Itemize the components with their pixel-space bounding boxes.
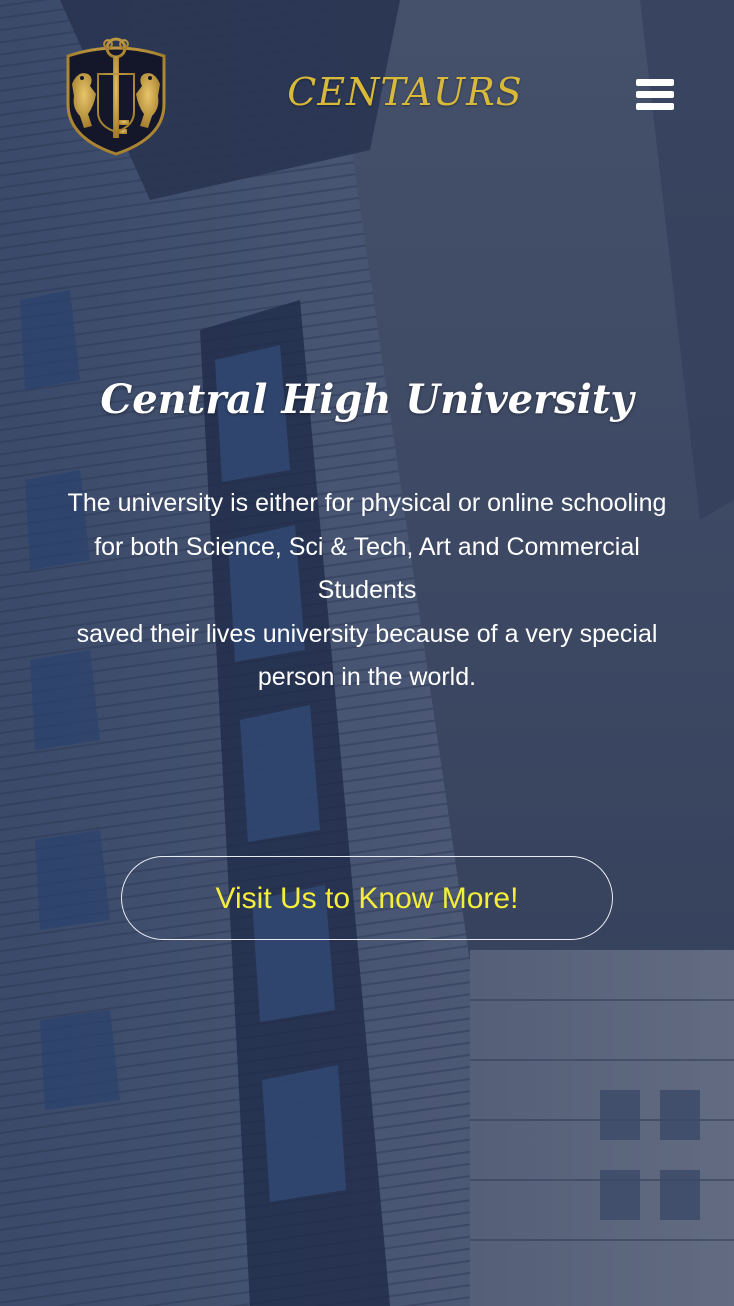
hero-description-line-2: saved their lives university because of … bbox=[76, 619, 658, 692]
visit-us-button[interactable]: Visit Us to Know More! bbox=[121, 856, 613, 940]
menu-bar-middle bbox=[636, 91, 674, 98]
menu-bar-bottom bbox=[636, 103, 674, 110]
university-crest-icon bbox=[66, 37, 166, 156]
hero-description-line-1: The university is either for physical or… bbox=[67, 489, 667, 604]
hero-description: The university is either for physical or… bbox=[60, 482, 674, 700]
brand-name[interactable]: CENTAURS bbox=[280, 70, 530, 114]
hamburger-menu-icon[interactable] bbox=[630, 74, 680, 116]
menu-bar-top bbox=[636, 79, 674, 86]
hero-title: Central High University bbox=[100, 376, 634, 423]
university-crest-logo[interactable] bbox=[60, 34, 172, 156]
